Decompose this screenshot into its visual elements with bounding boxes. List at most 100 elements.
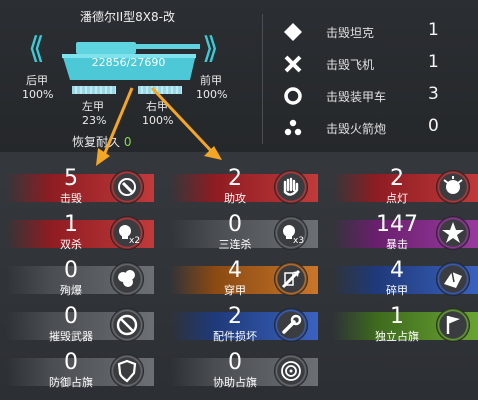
medal-label: 独立占旗 (375, 330, 419, 343)
medal-label: 摧毁武器 (49, 330, 93, 343)
tank-summary-panel: 潘德尔II型8X8-改 ⟪ ⟫ 22856/27690 后甲 100% 前甲 1… (0, 0, 478, 152)
medal-count: 5 (64, 166, 78, 191)
svg-text:x3: x3 (293, 236, 304, 246)
left-armor-bar (72, 86, 116, 94)
medal-label: 三连杀 (218, 238, 252, 251)
medal-label: 防御占旗 (49, 376, 93, 389)
kill-stat-rocket: 击毁火箭炮 0 (282, 116, 462, 140)
medal-badge: x3 (274, 216, 308, 250)
medal-count: 0 (64, 350, 78, 375)
rear-armor-value: 100% (22, 88, 54, 101)
medal-count: 147 (376, 212, 418, 237)
no-weapon-icon (116, 314, 138, 336)
medal-disarm: 0 摧毁武器 (6, 304, 154, 346)
medal-label: 殉爆 (60, 284, 82, 297)
medal-capture: 1 独立占旗 (332, 304, 478, 346)
medal-label: 穿甲 (224, 284, 246, 297)
flag-icon (446, 316, 460, 334)
medal-label: 助攻 (224, 192, 246, 205)
medal-count: 0 (228, 212, 242, 237)
chevron-left-icon[interactable]: ⟪ (28, 34, 45, 64)
medal-label: 点灯 (386, 192, 408, 205)
medal-badge (436, 262, 470, 296)
kill-stat-tanks: 击毁坦克 1 (282, 20, 462, 44)
medal-triple: 0 三连杀 x3 (170, 212, 318, 254)
medal-defend: 0 防御占旗 (6, 350, 154, 392)
battle-stats-panel: 潘德尔II型8X8-改 ⟪ ⟫ 22856/27690 后甲 100% 前甲 1… (0, 0, 478, 400)
medal-count: 0 (228, 350, 242, 375)
rear-armor-label: 后甲 (26, 74, 48, 87)
medal-label: 暴击 (386, 238, 408, 251)
diamond-icon (284, 23, 302, 41)
pierce-icon (281, 269, 301, 289)
flash-icon (443, 176, 463, 194)
right-armor-value: 100% (142, 114, 174, 127)
medal-badge: x2 (110, 216, 144, 250)
recover-label: 恢复耐久 (72, 135, 121, 149)
kill-stat-count: 0 (428, 116, 439, 136)
cross-icon (284, 55, 302, 73)
divider (262, 14, 263, 144)
kill-stat-label: 击毁火箭炮 (326, 122, 387, 136)
right-armor-label: 右甲 (146, 100, 168, 113)
left-armor-label: 左甲 (82, 100, 104, 113)
medal-parts: 2 配件损坏 (170, 304, 318, 346)
medal-label: 协助占旗 (213, 376, 257, 389)
kill-stat-label: 击毁飞机 (326, 58, 375, 72)
kill-stat-apc: 击毁装甲车 3 (282, 84, 462, 108)
medal-label: 碎甲 (386, 284, 408, 297)
medal-badge (110, 170, 144, 204)
tank-silhouette-icon (62, 42, 200, 80)
medal-badge (436, 216, 470, 250)
medal-badge (274, 262, 308, 296)
medal-count: 2 (228, 304, 242, 329)
medal-badge (436, 308, 470, 342)
kill-stat-count: 1 (428, 20, 439, 40)
medal-badge (110, 262, 144, 296)
svg-text:x2: x2 (129, 236, 140, 246)
target-hammer-icon (118, 178, 136, 196)
left-armor-value: 23% (82, 114, 107, 127)
skull-x2-icon: x2 (119, 225, 140, 246)
medal-count: 2 (228, 166, 242, 191)
medal-badge (274, 354, 308, 388)
medal-crit: 147 暴击 (332, 212, 478, 254)
kill-stat-count: 1 (428, 52, 439, 72)
medal-badge (110, 354, 144, 388)
medal-count: 2 (390, 166, 404, 191)
medal-label: 配件损坏 (213, 330, 257, 343)
ring-icon (284, 87, 302, 105)
medal-count: 4 (228, 258, 242, 283)
medal-kill: 5 击毁 (6, 166, 154, 208)
burst-icon (442, 222, 464, 243)
recover-value: 0 (123, 135, 132, 149)
shield-icon (117, 359, 137, 383)
front-armor-value: 100% (196, 88, 228, 101)
explosion-icon (118, 270, 135, 287)
shatter-icon (444, 271, 462, 288)
triangle-dots-icon (284, 119, 302, 136)
tank-name: 潘德尔II型8X8-改 (80, 10, 175, 24)
medal-assistcap: 0 协助占旗 (170, 350, 318, 392)
kill-stat-count: 3 (428, 84, 439, 104)
wrench-icon (282, 314, 302, 334)
medal-shatter: 4 碎甲 (332, 258, 478, 300)
medal-pierce: 4 穿甲 (170, 258, 318, 300)
medal-count: 1 (390, 304, 404, 329)
right-armor-bar (138, 86, 182, 94)
medal-spot: 2 点灯 (332, 166, 478, 208)
medal-count: 4 (390, 258, 404, 283)
hand-icon (283, 177, 299, 196)
medal-badge (110, 308, 144, 342)
medal-count: 0 (64, 258, 78, 283)
skull-x3-icon: x3 (283, 225, 304, 246)
medal-label: 双杀 (60, 238, 82, 251)
radar-icon (281, 361, 301, 381)
medal-double: 1 双杀 x2 (6, 212, 154, 254)
recover-durability: 恢复耐久 0 (72, 133, 131, 150)
hp-readout: 22856/27690 (91, 56, 166, 69)
medal-count: 0 (64, 304, 78, 329)
medal-label: 击毁 (60, 192, 82, 205)
medal-count: 1 (64, 212, 78, 237)
kill-stat-planes: 击毁飞机 1 (282, 52, 462, 76)
